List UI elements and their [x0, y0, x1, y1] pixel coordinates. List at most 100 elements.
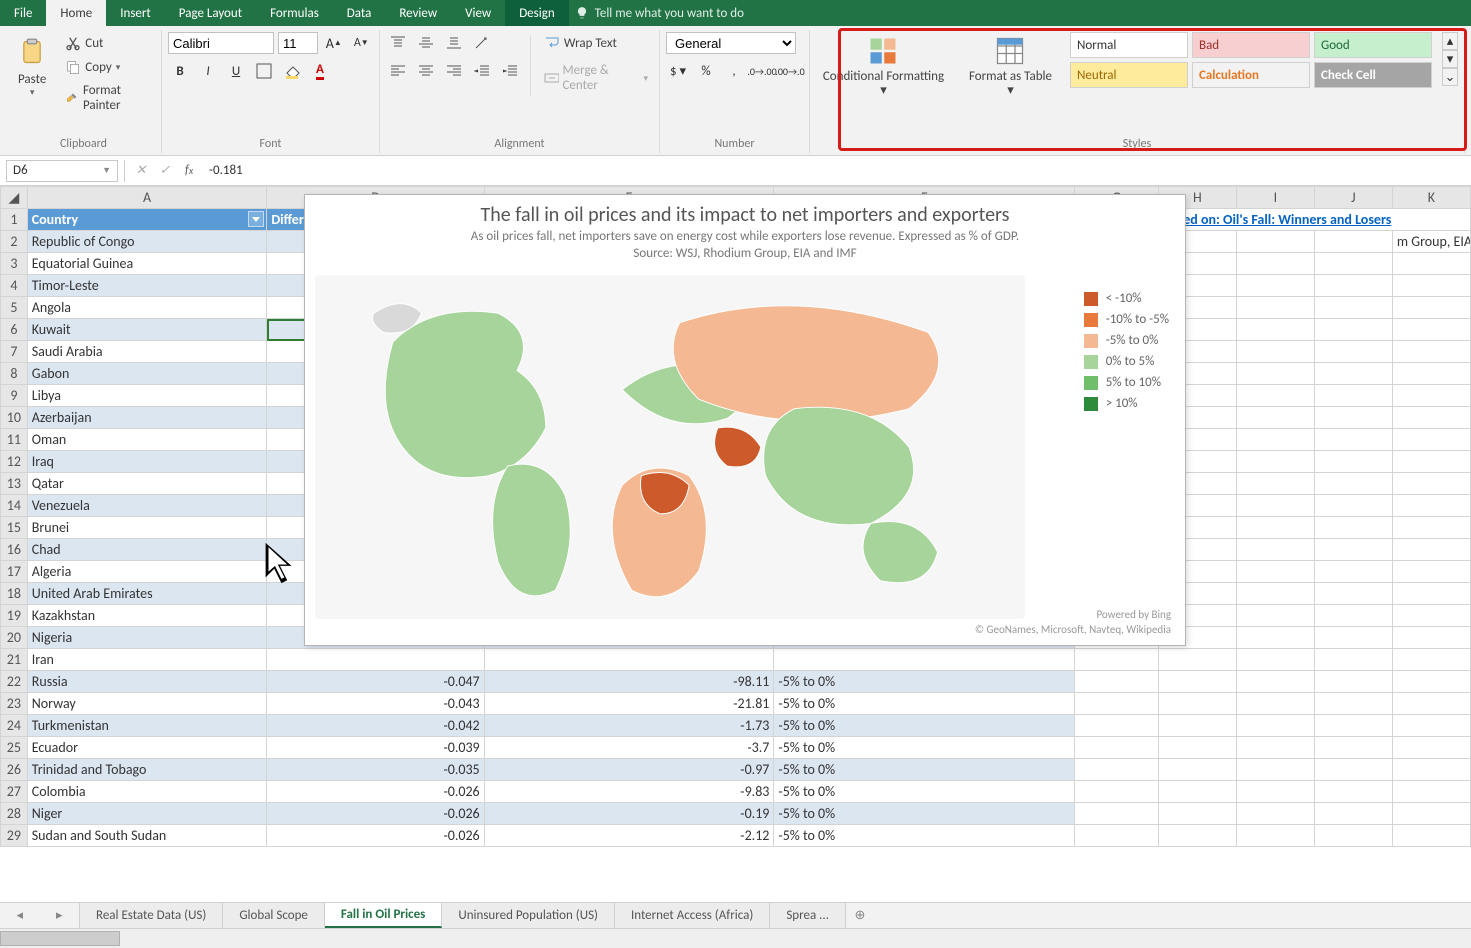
- cell-empty[interactable]: [1075, 781, 1159, 803]
- borders-button[interactable]: [252, 60, 276, 82]
- cell-empty[interactable]: [1314, 517, 1392, 539]
- add-sheet-button[interactable]: ⊕: [846, 903, 874, 928]
- row-header[interactable]: 16: [1, 539, 28, 561]
- cell-empty[interactable]: [1158, 803, 1236, 825]
- cell-empty[interactable]: [1392, 715, 1470, 737]
- font-color-button[interactable]: A: [308, 60, 332, 82]
- table-header-country[interactable]: Country: [27, 209, 267, 231]
- cell-empty[interactable]: [1236, 517, 1314, 539]
- align-top-icon[interactable]: [386, 32, 410, 54]
- font-size-input[interactable]: [278, 32, 318, 54]
- row-header[interactable]: 25: [1, 737, 28, 759]
- column-header[interactable]: A: [27, 187, 267, 209]
- cell-diff-usd[interactable]: [484, 649, 774, 671]
- cell-empty[interactable]: [1236, 275, 1314, 297]
- cell-diff-group[interactable]: -5% to 0%: [774, 671, 1075, 693]
- cell-diff-usd[interactable]: -9.83: [484, 781, 774, 803]
- cell-empty[interactable]: [1392, 253, 1470, 275]
- row-header[interactable]: 24: [1, 715, 28, 737]
- cell-country[interactable]: Turkmenistan: [27, 715, 267, 737]
- cell-empty[interactable]: [1075, 803, 1159, 825]
- cell-empty[interactable]: [1392, 803, 1470, 825]
- row-header[interactable]: 28: [1, 803, 28, 825]
- cell-empty[interactable]: [1314, 363, 1392, 385]
- cell-empty[interactable]: [1236, 385, 1314, 407]
- cell-empty[interactable]: [1392, 319, 1470, 341]
- cell-empty[interactable]: [1314, 473, 1392, 495]
- name-box[interactable]: D6 ▼: [6, 160, 118, 182]
- cell-country[interactable]: Oman: [27, 429, 267, 451]
- cell-empty[interactable]: [1392, 363, 1470, 385]
- cell-empty[interactable]: [1314, 407, 1392, 429]
- cell-diff-pct[interactable]: [267, 649, 484, 671]
- sheet-tab[interactable]: Global Scope: [223, 903, 325, 928]
- style-bad[interactable]: Bad: [1192, 32, 1310, 58]
- cell-country[interactable]: Kazakhstan: [27, 605, 267, 627]
- row-header[interactable]: 17: [1, 561, 28, 583]
- cell-diff-usd[interactable]: -21.81: [484, 693, 774, 715]
- cell-empty[interactable]: [1075, 715, 1159, 737]
- cell-empty[interactable]: [1392, 825, 1470, 847]
- wrap-text-button[interactable]: Wrap Text: [539, 32, 653, 54]
- row-header[interactable]: 14: [1, 495, 28, 517]
- cell-country[interactable]: Republic of Congo: [27, 231, 267, 253]
- sheet-nav[interactable]: ◂ ▸: [0, 903, 80, 928]
- cell-empty[interactable]: [1314, 649, 1392, 671]
- cell-empty[interactable]: [1236, 253, 1314, 275]
- cell-empty[interactable]: [1392, 407, 1470, 429]
- sheet-tab[interactable]: Internet Access (Africa): [615, 903, 770, 928]
- cell-empty[interactable]: [1236, 825, 1314, 847]
- sheet-tab[interactable]: Real Estate Data (US): [80, 903, 223, 928]
- cell-empty[interactable]: [1392, 451, 1470, 473]
- align-right-icon[interactable]: [442, 60, 466, 82]
- cell-empty[interactable]: [1314, 803, 1392, 825]
- cell-diff-pct[interactable]: -0.035: [267, 759, 484, 781]
- cell-empty[interactable]: [1314, 693, 1392, 715]
- cell-empty[interactable]: [1314, 275, 1392, 297]
- cell-empty[interactable]: [1392, 583, 1470, 605]
- scrollbar-thumb[interactable]: [0, 931, 120, 946]
- cell-empty[interactable]: [1392, 385, 1470, 407]
- cell-empty[interactable]: [1158, 671, 1236, 693]
- row-header[interactable]: 8: [1, 363, 28, 385]
- cell-empty[interactable]: [1314, 319, 1392, 341]
- embedded-chart[interactable]: The fall in oil prices and its impact to…: [304, 194, 1186, 646]
- cell-empty[interactable]: [1392, 473, 1470, 495]
- cell-empty[interactable]: [1314, 231, 1392, 253]
- fx-icon[interactable]: fx: [177, 160, 201, 182]
- cell-country[interactable]: Timor-Leste: [27, 275, 267, 297]
- cell-country[interactable]: Kuwait: [27, 319, 267, 341]
- column-header[interactable]: I: [1236, 187, 1314, 209]
- decrease-font-icon[interactable]: A▼: [350, 32, 374, 54]
- cell-empty[interactable]: [1314, 759, 1392, 781]
- increase-font-icon[interactable]: A▲: [322, 32, 346, 54]
- increase-decimal-icon[interactable]: .0→.00: [750, 60, 774, 82]
- cell-empty[interactable]: [1236, 297, 1314, 319]
- styles-scroll-down-icon[interactable]: ▾: [1442, 50, 1458, 68]
- cell-empty[interactable]: [1236, 451, 1314, 473]
- cell-country[interactable]: Qatar: [27, 473, 267, 495]
- row-header[interactable]: 7: [1, 341, 28, 363]
- cell-empty[interactable]: [1236, 231, 1314, 253]
- align-left-icon[interactable]: [386, 60, 410, 82]
- filter-dropdown-icon[interactable]: [248, 211, 264, 227]
- cell-diff-usd[interactable]: -0.19: [484, 803, 774, 825]
- row-header[interactable]: 18: [1, 583, 28, 605]
- cell-empty[interactable]: [1314, 605, 1392, 627]
- cell-country[interactable]: Saudi Arabia: [27, 341, 267, 363]
- cell-empty[interactable]: [1314, 781, 1392, 803]
- row-header[interactable]: 1: [1, 209, 28, 231]
- cell-empty[interactable]: [1392, 517, 1470, 539]
- cell-country[interactable]: Sudan and South Sudan: [27, 825, 267, 847]
- number-format-select[interactable]: General: [666, 32, 796, 54]
- cell-diff-group[interactable]: -5% to 0%: [774, 759, 1075, 781]
- row-header[interactable]: 22: [1, 671, 28, 693]
- sheet-tab[interactable]: Sprea ...: [770, 903, 846, 928]
- orientation-icon[interactable]: [470, 32, 494, 54]
- decrease-decimal-icon[interactable]: .00→.0: [778, 60, 802, 82]
- font-name-input[interactable]: [168, 32, 274, 54]
- cell-diff-pct[interactable]: -0.039: [267, 737, 484, 759]
- row-header[interactable]: 10: [1, 407, 28, 429]
- cell-diff-group[interactable]: -5% to 0%: [774, 737, 1075, 759]
- sheet-tab[interactable]: Fall in Oil Prices: [325, 903, 442, 928]
